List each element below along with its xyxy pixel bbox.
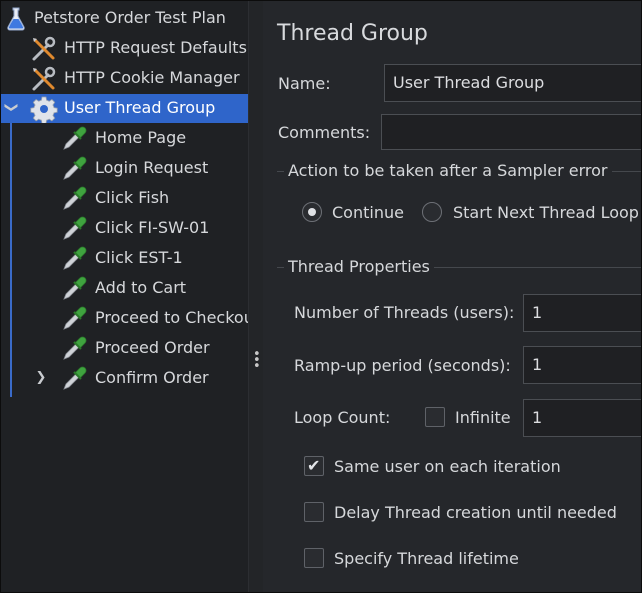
tree-item-label: User Thread Group [64, 98, 216, 117]
pipette-icon [63, 126, 87, 150]
tree-item-click-fish[interactable]: Click Fish [1, 184, 248, 213]
tree-item-label: Proceed to Checkout [95, 308, 248, 327]
specify-thread-lifetime-checkbox[interactable] [304, 548, 324, 568]
tree-item-click-est-1[interactable]: Click EST-1 [1, 244, 248, 273]
tree-item-label: HTTP Cookie Manager [64, 68, 240, 87]
collapsed-chevron-icon[interactable]: ❯ [34, 370, 48, 385]
checkmark-icon: ✔ [307, 456, 321, 475]
infinite-checkbox[interactable] [425, 407, 445, 427]
rampup-label: Ramp-up period (seconds): [294, 356, 511, 375]
pipette-icon [63, 246, 87, 270]
gear-icon [30, 96, 58, 123]
tree-item-label: Click FI-SW-01 [95, 218, 210, 237]
tree-item-label: Home Page [95, 128, 187, 147]
tree-item-login-request[interactable]: Login Request [1, 154, 248, 183]
thread-properties-group-title: Thread Properties [284, 257, 434, 276]
tree-item-proceed-order[interactable]: Proceed Order [1, 334, 248, 363]
same-user-checkbox[interactable]: ✔ [304, 456, 324, 476]
test-plan-tree: Petstore Order Test Plan HTTP Request De… [1, 1, 248, 592]
tree-item-label: Click Fish [95, 188, 170, 207]
tree-item-proceed-to-checkout[interactable]: Proceed to Checkout [1, 304, 248, 333]
name-field[interactable]: User Thread Group [384, 64, 641, 102]
tools-icon [32, 66, 56, 91]
start-next-thread-loop-label[interactable]: Start Next Thread Loop [453, 203, 639, 222]
same-user-label[interactable]: Same user on each iteration [334, 457, 561, 476]
start-next-thread-loop-radio[interactable] [422, 202, 442, 222]
pipette-icon [63, 366, 87, 390]
pane-splitter[interactable]: • • • [248, 1, 264, 592]
name-label: Name: [278, 74, 331, 93]
flask-icon [7, 7, 25, 31]
tree-item-http-request-defaults[interactable]: HTTP Request Defaults [1, 34, 248, 63]
specify-thread-lifetime-label[interactable]: Specify Thread lifetime [334, 549, 519, 568]
splitter-grip-icon[interactable]: • • • [253, 348, 261, 373]
rampup-field[interactable]: 1 [523, 346, 641, 384]
tree-item-label: Proceed Order [95, 338, 210, 357]
continue-label[interactable]: Continue [332, 203, 404, 222]
tree-item-label: Click EST-1 [95, 248, 183, 267]
pipette-icon [63, 306, 87, 330]
jmeter-window: Petstore Order Test Plan HTTP Request De… [0, 0, 642, 593]
thread-group-panel: Thread Group Name: User Thread Group Com… [263, 1, 641, 592]
tree-item-add-to-cart[interactable]: Add to Cart [1, 274, 248, 303]
threads-label: Number of Threads (users): [294, 303, 515, 322]
page-title: Thread Group [277, 21, 428, 46]
tree-item-click-fi-sw-01[interactable]: Click FI-SW-01 [1, 214, 248, 243]
tree-item-label: Confirm Order [95, 368, 209, 387]
tree-item-http-cookie-manager[interactable]: HTTP Cookie Manager [1, 64, 248, 93]
tree-item-confirm-order[interactable]: ❯ Confirm Order [1, 364, 248, 393]
continue-radio[interactable] [302, 202, 322, 222]
tree-item-user-thread-group[interactable]: ❯ User Thread Group [1, 94, 248, 123]
expand-chevron-icon[interactable]: ❯ [4, 101, 19, 115]
comments-field[interactable] [381, 114, 641, 150]
pipette-icon [63, 156, 87, 180]
threads-field[interactable]: 1 [523, 294, 641, 332]
sampler-error-group-title: Action to be taken after a Sampler error [284, 161, 612, 180]
pipette-icon [63, 216, 87, 240]
loop-count-field[interactable]: 1 [523, 399, 641, 437]
pipette-icon [63, 276, 87, 300]
tree-item-label: Petstore Order Test Plan [34, 8, 226, 27]
tree-item-label: Login Request [95, 158, 209, 177]
delay-thread-creation-label[interactable]: Delay Thread creation until needed [334, 503, 617, 522]
delay-thread-creation-checkbox[interactable] [304, 502, 324, 522]
tree-item-label: HTTP Request Defaults [64, 38, 247, 57]
tree-item-test-plan[interactable]: Petstore Order Test Plan [1, 4, 248, 33]
comments-label: Comments: [278, 123, 371, 142]
tree-item-label: Add to Cart [95, 278, 187, 297]
tree-item-home-page[interactable]: Home Page [1, 124, 248, 153]
tools-icon [32, 36, 56, 61]
pipette-icon [63, 186, 87, 210]
pipette-icon [63, 336, 87, 360]
infinite-label[interactable]: Infinite [455, 408, 511, 427]
loop-count-label: Loop Count: [294, 408, 391, 427]
